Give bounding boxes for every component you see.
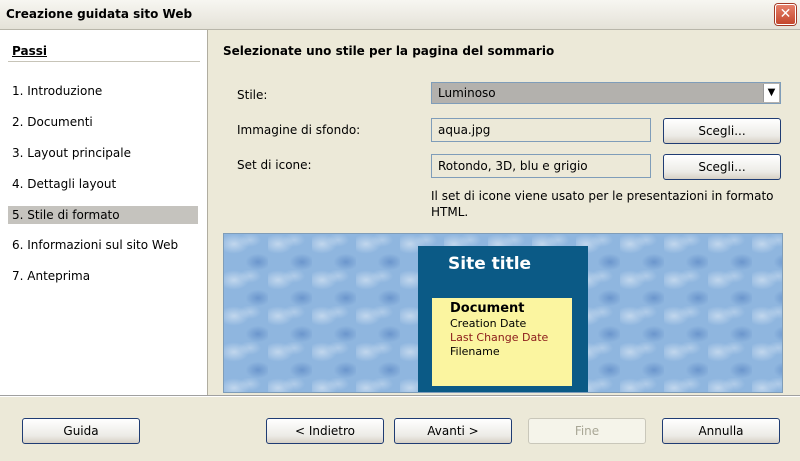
next-button[interactable]: Avanti > (394, 418, 512, 444)
button-bar: Guida < Indietro Avanti > Fine Annulla (0, 396, 800, 461)
preview-site-card: Site title Document Creation Date Last C… (418, 246, 588, 392)
step-introduzione[interactable]: 1. Introduzione (8, 82, 198, 100)
step-dettagli-layout[interactable]: 4. Dettagli layout (8, 175, 198, 193)
step-documenti[interactable]: 2. Documenti (8, 113, 198, 131)
style-select[interactable]: Luminoso ▼ (431, 82, 781, 104)
preview-filename: Filename (450, 345, 500, 358)
help-button[interactable]: Guida (22, 418, 140, 444)
cancel-button[interactable]: Annulla (662, 418, 780, 444)
close-icon[interactable]: ✕ (775, 4, 796, 25)
step-anteprima[interactable]: 7. Anteprima (8, 267, 198, 285)
chevron-down-icon[interactable]: ▼ (763, 84, 779, 102)
preview-creation-date: Creation Date (450, 317, 527, 330)
window-title: Creazione guidata sito Web (6, 7, 193, 21)
back-button[interactable]: < Indietro (266, 418, 384, 444)
icons-field: Rotondo, 3D, blu e grigio (431, 154, 651, 178)
step-informazioni-sito[interactable]: 6. Informazioni sul sito Web (8, 236, 198, 254)
preview-document-box: Document Creation Date Last Change Date … (432, 298, 572, 386)
preview-site-title: Site title (448, 254, 532, 274)
icons-label: Set di icone: (237, 158, 312, 172)
title-bar: Creazione guidata sito Web ✕ (0, 0, 800, 30)
style-select-value: Luminoso (438, 86, 496, 100)
steps-divider (8, 61, 200, 62)
step-stile-di-formato[interactable]: 5. Stile di formato (8, 206, 198, 224)
background-choose-button[interactable]: Scegli... (663, 118, 781, 144)
steps-heading: Passi (12, 44, 47, 58)
step-layout-principale[interactable]: 3. Layout principale (8, 144, 198, 162)
icons-note: Il set di icone viene usato per le prese… (431, 189, 774, 219)
style-label: Stile: (237, 88, 268, 102)
background-field: aqua.jpg (431, 118, 651, 142)
wizard-window: Creazione guidata sito Web ✕ Passi 1. In… (0, 0, 800, 460)
page-title: Selezionate uno stile per la pagina del … (223, 44, 555, 58)
icons-choose-button[interactable]: Scegli... (663, 154, 781, 180)
preview-last-change-date: Last Change Date (450, 331, 549, 344)
style-preview: Site title Document Creation Date Last C… (223, 233, 783, 393)
preview-document-title: Document (450, 301, 525, 316)
main-panel: Selezionate uno stile per la pagina del … (209, 30, 800, 396)
finish-button: Fine (528, 418, 646, 444)
steps-sidebar: Passi 1. Introduzione 2. Documenti 3. La… (0, 30, 208, 396)
background-label: Immagine di sfondo: (237, 123, 361, 137)
